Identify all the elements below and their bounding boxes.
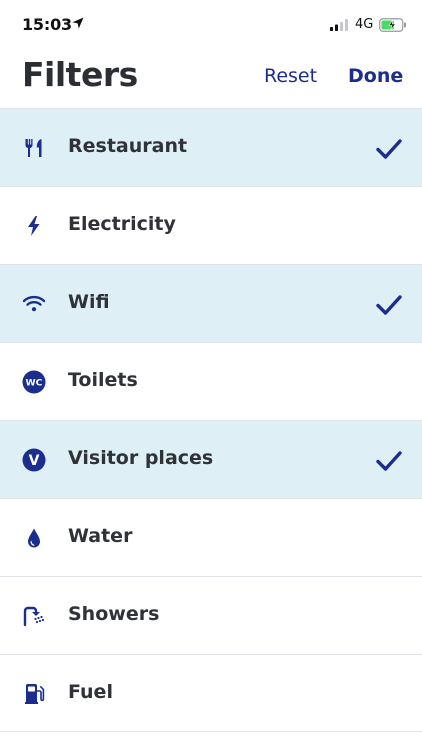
page-title: Filters (22, 55, 138, 94)
battery-charging-icon (379, 18, 406, 32)
water-drop-icon (28, 528, 40, 548)
svg-text:V: V (29, 453, 40, 469)
status-bar: 15:03 4G (0, 0, 422, 50)
filter-row-electricity[interactable]: Electricity (0, 186, 422, 264)
fuel-pump-icon (25, 684, 45, 704)
lightning-bolt-icon (28, 216, 40, 236)
filter-row-visitor-places[interactable]: V Visitor places (0, 420, 422, 498)
filter-list: Restaurant Electricity Wifi WC Toilets V… (0, 108, 422, 732)
shower-icon (23, 606, 45, 627)
filter-label: Fuel (68, 681, 113, 703)
checkmark-icon (376, 139, 402, 159)
filter-row-wifi[interactable]: Wifi (0, 264, 422, 342)
filter-label: Wifi (68, 291, 110, 313)
reset-button[interactable]: Reset (264, 65, 317, 87)
header: Filters Reset Done (0, 50, 422, 108)
filter-label: Visitor places (68, 447, 214, 469)
filter-label: Toilets (68, 369, 138, 391)
filter-row-fuel[interactable]: Fuel (0, 654, 422, 732)
filter-row-water[interactable]: Water (0, 498, 422, 576)
cellular-signal-icon (330, 19, 348, 31)
done-button[interactable]: Done (348, 65, 403, 87)
filter-label: Water (68, 525, 133, 547)
status-time: 15:03 (22, 15, 72, 34)
filter-row-restaurant[interactable]: Restaurant (0, 108, 422, 186)
filter-label: Restaurant (68, 135, 188, 157)
wifi-icon (22, 295, 46, 312)
visitor-places-icon: V (22, 448, 46, 472)
network-type: 4G (355, 17, 374, 32)
svg-text:WC: WC (26, 377, 43, 388)
location-arrow-icon (72, 17, 84, 29)
filter-label: Showers (68, 603, 160, 625)
checkmark-icon (376, 451, 402, 471)
checkmark-icon (376, 295, 402, 315)
filter-row-toilets[interactable]: WC Toilets (0, 342, 422, 420)
filter-label: Electricity (68, 213, 176, 235)
wc-icon: WC (22, 370, 46, 394)
filter-row-showers[interactable]: Showers (0, 576, 422, 654)
fork-knife-icon (25, 139, 42, 157)
